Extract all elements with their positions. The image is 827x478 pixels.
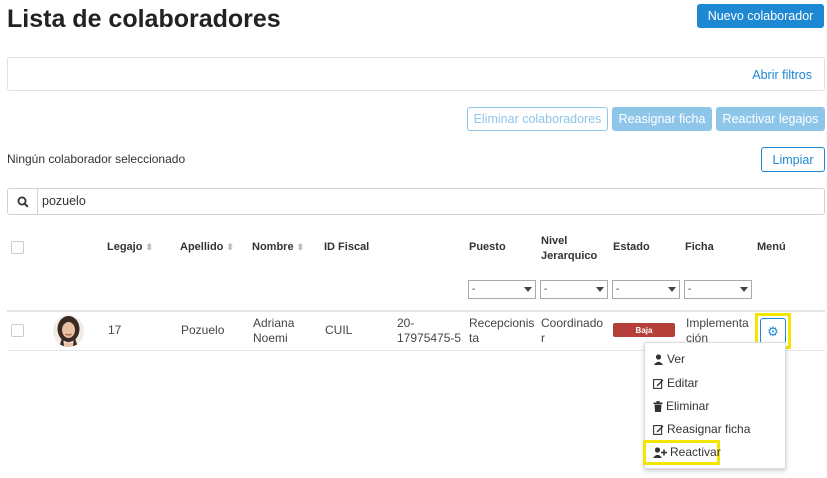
- row-action-menu: Ver Editar Eliminar Reasignar ficha Reac…: [643, 342, 786, 469]
- user-plus-icon: [653, 446, 667, 458]
- nivel-filter-select[interactable]: -: [540, 280, 608, 299]
- cell-apellido: Pozuelo: [181, 323, 225, 337]
- filters-panel: Abrir filtros: [7, 57, 825, 91]
- ficha-filter-select[interactable]: -: [684, 280, 752, 299]
- page-title: Lista de colaboradores: [7, 5, 281, 33]
- cell-puesto: Recepcionis ta: [469, 316, 535, 345]
- column-nivel-jerarquico: Nivel Jerarquico: [541, 235, 598, 262]
- row-menu-button[interactable]: ⚙: [760, 318, 786, 344]
- cell-nivel: Coordinado r: [541, 316, 604, 345]
- sort-icon: ⬍: [226, 242, 234, 252]
- search-input[interactable]: pozuelo: [42, 194, 86, 208]
- row-checkbox[interactable]: [11, 324, 24, 337]
- chevron-down-icon: [524, 287, 532, 292]
- cell-id-fiscal: 20- 17975475-5: [397, 316, 462, 345]
- delete-collaborators-button[interactable]: Eliminar colaboradores: [467, 107, 608, 131]
- select-all-checkbox[interactable]: [11, 241, 24, 254]
- open-filters-link[interactable]: Abrir filtros: [752, 68, 812, 82]
- cell-legajo: 17: [108, 323, 122, 337]
- column-nombre[interactable]: Nombre ⬍: [252, 241, 304, 253]
- column-legajo[interactable]: Legajo ⬍: [107, 241, 153, 253]
- menu-item-reactivar[interactable]: Reactivar: [653, 445, 721, 459]
- column-apellido[interactable]: Apellido ⬍: [180, 241, 234, 253]
- menu-item-reasignar-ficha[interactable]: Reasignar ficha: [653, 422, 750, 436]
- search-icon: [8, 189, 38, 214]
- edit-icon: [653, 424, 664, 435]
- cell-nombre: Adriana Noemi: [253, 316, 295, 345]
- selection-status: Ningún colaborador seleccionado: [7, 152, 186, 166]
- gear-icon: ⚙: [767, 323, 779, 339]
- status-badge: Baja: [613, 323, 675, 337]
- puesto-filter-select[interactable]: -: [468, 280, 536, 299]
- reassign-button[interactable]: Reasignar ficha: [612, 107, 712, 131]
- sort-icon: ⬍: [296, 242, 305, 252]
- column-menu: Menú: [757, 241, 786, 253]
- column-puesto: Puesto: [469, 241, 506, 253]
- avatar: [53, 315, 84, 347]
- menu-item-editar[interactable]: Editar: [653, 376, 698, 390]
- chevron-down-icon: [668, 287, 676, 292]
- chevron-down-icon: [740, 287, 748, 292]
- chevron-down-icon: [596, 287, 604, 292]
- clear-button[interactable]: Limpiar: [761, 147, 825, 172]
- search-bar[interactable]: pozuelo: [7, 188, 825, 215]
- edit-icon: [653, 378, 664, 389]
- user-icon: [653, 353, 664, 365]
- new-collaborator-button[interactable]: Nuevo colaborador: [697, 4, 824, 28]
- menu-item-eliminar[interactable]: Eliminar: [653, 399, 709, 413]
- cell-id-type: CUIL: [325, 323, 353, 337]
- menu-item-ver[interactable]: Ver: [653, 352, 685, 366]
- column-estado: Estado: [613, 241, 650, 253]
- reactivate-records-button[interactable]: Reactivar legajos: [716, 107, 825, 131]
- column-ficha: Ficha: [685, 241, 714, 253]
- sort-icon: ⬍: [145, 242, 153, 252]
- estado-filter-select[interactable]: -: [612, 280, 680, 299]
- column-id-fiscal: ID Fiscal: [324, 241, 370, 253]
- trash-icon: [653, 400, 663, 412]
